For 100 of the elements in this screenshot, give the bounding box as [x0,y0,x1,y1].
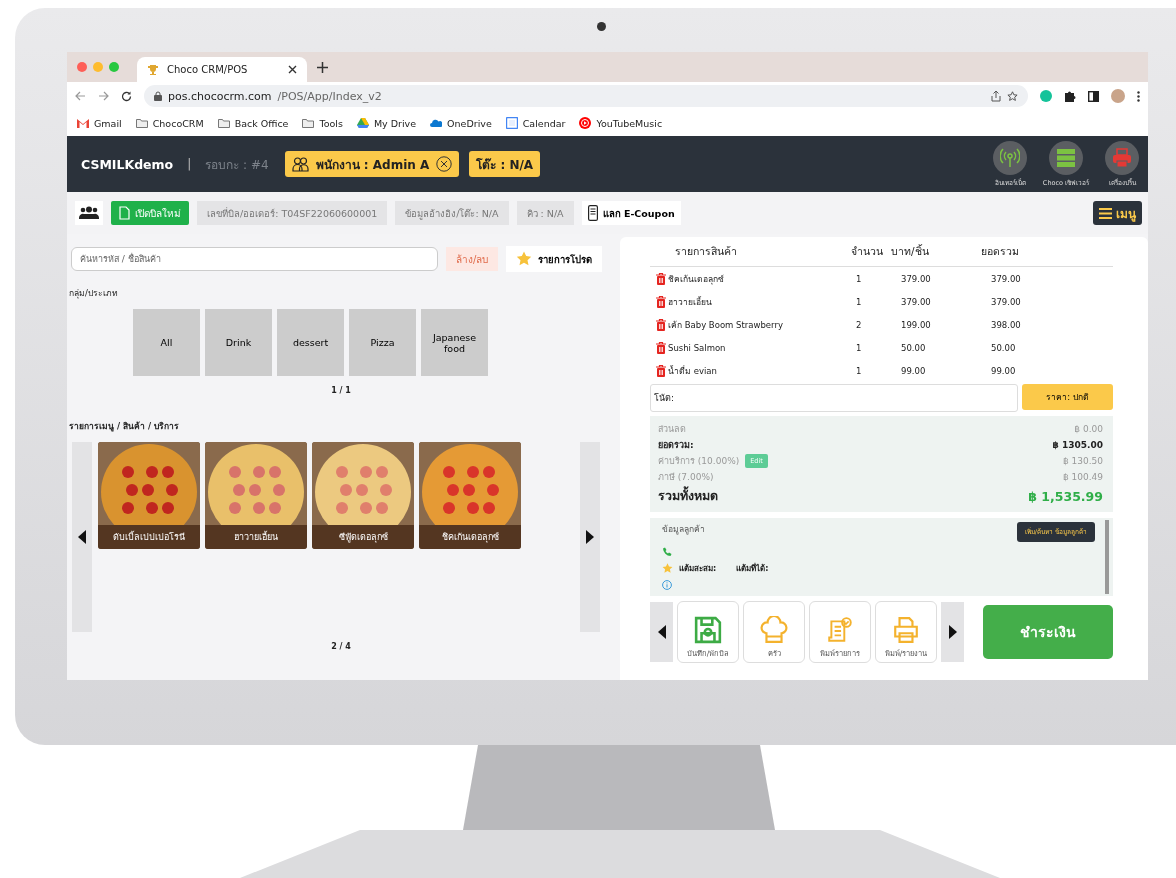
total-value: ฿ 100.49 [1062,472,1103,482]
category-tile[interactable]: Pizza [349,309,416,376]
bookmark-link[interactable]: OneDrive [430,117,492,129]
folder-icon [217,117,230,129]
item-price: 379.00 [901,273,932,284]
previous-button[interactable] [650,602,673,662]
bookmark-link[interactable]: YouTubeMusic [579,117,663,129]
phone-icon [662,547,672,557]
bookmark-link[interactable]: Tools [302,117,343,129]
people-icon [291,156,309,172]
mail-icon [77,117,89,129]
item-quantity: 1 [856,365,863,376]
category-tile[interactable]: All [133,309,200,376]
scrollbar[interactable] [1105,520,1109,594]
window-control-dot[interactable] [109,62,119,72]
product-card[interactable]: ดับเบิ้ลเปปเปอโรนี [98,442,200,549]
coupon-button[interactable]: แลก E-Coupon [581,201,681,225]
back-arrow-icon[interactable] [75,91,86,101]
total-value: ฿ 1,535.99 [1028,488,1103,504]
left-triangle-icon [657,625,666,639]
trash-icon[interactable] [656,318,666,331]
status-button[interactable] [1049,140,1083,175]
item-total: 398.00 [991,319,1022,330]
window-control-dot[interactable] [77,62,87,72]
status-button[interactable] [1105,140,1139,175]
section-label: กลุ่ม/ประเภท [69,287,119,300]
star-icon [662,563,673,574]
folder-icon [135,117,148,129]
customer-group-button[interactable] [75,201,103,225]
lock-icon [154,91,162,101]
item-name: น้ำดื่ม evian [668,364,718,378]
item-quantity: 1 [856,273,863,284]
total-label: รวมทั้งหมด [658,486,718,505]
note-field[interactable]: โน้ต: [650,384,1018,412]
more-menu-icon[interactable] [1137,90,1140,102]
total-value: ฿ 0.00 [1074,424,1103,434]
bookmark-link[interactable]: Back Office [217,117,289,129]
menu-icon [1099,207,1112,219]
item-price: 99.00 [901,365,927,376]
browser-tab[interactable]: Choco CRM/POS [137,57,307,82]
category-tile[interactable]: Drink [205,309,272,376]
page-indicator: 1 / 1 [331,386,351,395]
printer-icon [892,616,920,644]
trash-icon[interactable] [656,272,666,285]
item-quantity: 2 [856,319,863,330]
side-panel-icon[interactable] [1088,90,1099,102]
product-card[interactable]: ชิคเก้นเดอลุกซ์ [419,442,521,549]
address-field[interactable]: pos.chococrm.com /POS/App/Index_v2 [144,85,1028,107]
favorites-button[interactable]: รายการโปรด [506,246,603,272]
plus-icon[interactable] [317,61,328,73]
category-tile[interactable]: dessert [277,309,344,376]
bookmark-link[interactable]: Calendar [505,117,566,129]
trash-icon[interactable] [656,341,666,354]
item-name: Sushi Salmon [668,342,727,353]
shift-number: รอบกะ : #4 [205,156,269,174]
group-icon [79,206,99,220]
item-name: ชิคเก้นเดอลุกซ์ [668,272,725,286]
column-header: จำนวน [851,244,884,259]
price-mode-button[interactable]: ราคา: ปกติ [1022,384,1113,410]
separator-text: | [187,157,192,171]
product-card[interactable]: ซีฟู้ดเดอลุกซ์ [312,442,414,549]
share-icon[interactable] [991,90,1001,102]
status-button[interactable] [993,140,1027,175]
page-indicator: 2 / 4 [331,642,351,651]
bookmark-link[interactable]: Gmail [77,117,122,129]
total-label: ค่าบริการ (10.00%) [658,455,740,468]
trash-icon[interactable] [656,364,666,377]
close-icon[interactable] [288,65,297,74]
bookmark-link[interactable]: ChocoCRM [135,117,204,129]
phone-device-icon [587,205,598,221]
total-label: ยอดรวม: [658,439,694,452]
info-icon [662,580,672,590]
right-triangle-icon [948,625,957,639]
item-price: 199.00 [901,319,932,330]
next-button[interactable] [941,602,964,662]
column-header: ยอดรวม [981,244,1020,259]
puzzle-icon[interactable] [1064,90,1076,102]
window-control-dot[interactable] [93,62,103,72]
category-tile[interactable]: Japanese food [421,309,488,376]
close-circle-icon[interactable] [436,156,453,172]
product-card[interactable]: ฮาวายเอี้ยน [205,442,307,549]
reload-icon[interactable] [121,90,132,102]
search-field[interactable]: ค้นหารหัส / ชื่อสินค้า [71,247,438,271]
chef-hat-icon [760,616,788,644]
floppy-disk-icon [694,616,722,644]
item-total: 379.00 [991,273,1022,284]
forward-arrow-icon[interactable] [98,91,109,101]
table-badge: โต๊ะ : N/A [469,151,541,177]
calendar-icon [505,117,518,129]
star-icon [516,251,533,267]
earned-points-label: แต้มที่ได้: [736,562,769,575]
total-label: ส่วนลด [658,423,686,436]
bookmark-link[interactable]: My Drive [356,117,417,129]
trash-icon[interactable] [656,295,666,308]
column-header: รายการสินค้า [675,244,738,259]
item-quantity: 1 [856,296,863,307]
menu-button[interactable]: เมนู [1093,201,1142,225]
webcam [597,22,606,31]
star-icon[interactable] [1007,90,1018,102]
item-name: เค้ก Baby Boom Strawberry [668,318,784,332]
